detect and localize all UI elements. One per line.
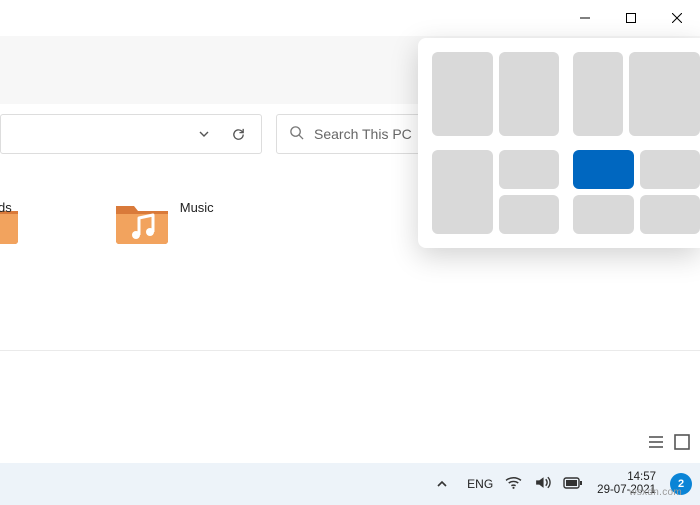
snap-cell-selected[interactable]	[573, 150, 634, 189]
refresh-icon[interactable]	[221, 127, 255, 142]
snap-layout-quadrant[interactable]	[573, 150, 700, 234]
address-bar[interactable]	[0, 114, 262, 154]
window-titlebar	[0, 0, 700, 36]
downloads-folder[interactable]: ds	[0, 200, 44, 246]
snap-cell[interactable]	[629, 52, 700, 136]
battery-icon[interactable]	[563, 477, 583, 492]
snap-layout-4060[interactable]	[573, 52, 700, 136]
close-button[interactable]	[654, 0, 700, 36]
language-indicator[interactable]: ENG	[467, 477, 493, 491]
snap-cell[interactable]	[432, 150, 493, 234]
snap-layout-5050[interactable]	[432, 52, 559, 136]
watermark: wsxdn.com	[629, 487, 682, 498]
snap-cell[interactable]	[640, 195, 700, 234]
separator	[0, 350, 700, 351]
snap-cell[interactable]	[432, 52, 493, 136]
list-view-icon[interactable]	[648, 434, 664, 455]
folder-label: ds	[0, 200, 12, 215]
view-switcher	[648, 434, 690, 455]
search-placeholder: Search This PC	[314, 126, 412, 142]
snap-layout-50-25-25[interactable]	[432, 150, 559, 234]
snap-layouts-flyout	[418, 38, 700, 248]
snap-cell[interactable]	[499, 150, 560, 189]
folder-label: Music	[180, 200, 214, 215]
tiles-view-icon[interactable]	[674, 434, 690, 455]
music-folder[interactable]: Music	[114, 200, 214, 246]
system-tray: ENG	[429, 474, 583, 494]
chevron-down-icon[interactable]	[187, 128, 221, 140]
snap-cell[interactable]	[640, 150, 700, 189]
minimize-button[interactable]	[562, 0, 608, 36]
tray-overflow-icon[interactable]	[429, 478, 455, 490]
wifi-icon[interactable]	[505, 474, 522, 494]
snap-cell[interactable]	[499, 195, 560, 234]
time-label: 14:57	[597, 471, 656, 484]
snap-cell[interactable]	[499, 52, 560, 136]
taskbar: ENG 14:57 29-07-2021 2	[0, 463, 700, 505]
snap-cell[interactable]	[573, 195, 634, 234]
snap-cell[interactable]	[573, 52, 623, 136]
search-icon	[289, 125, 304, 143]
music-folder-icon	[114, 200, 170, 246]
volume-icon[interactable]	[534, 474, 551, 494]
maximize-button[interactable]	[608, 0, 654, 36]
